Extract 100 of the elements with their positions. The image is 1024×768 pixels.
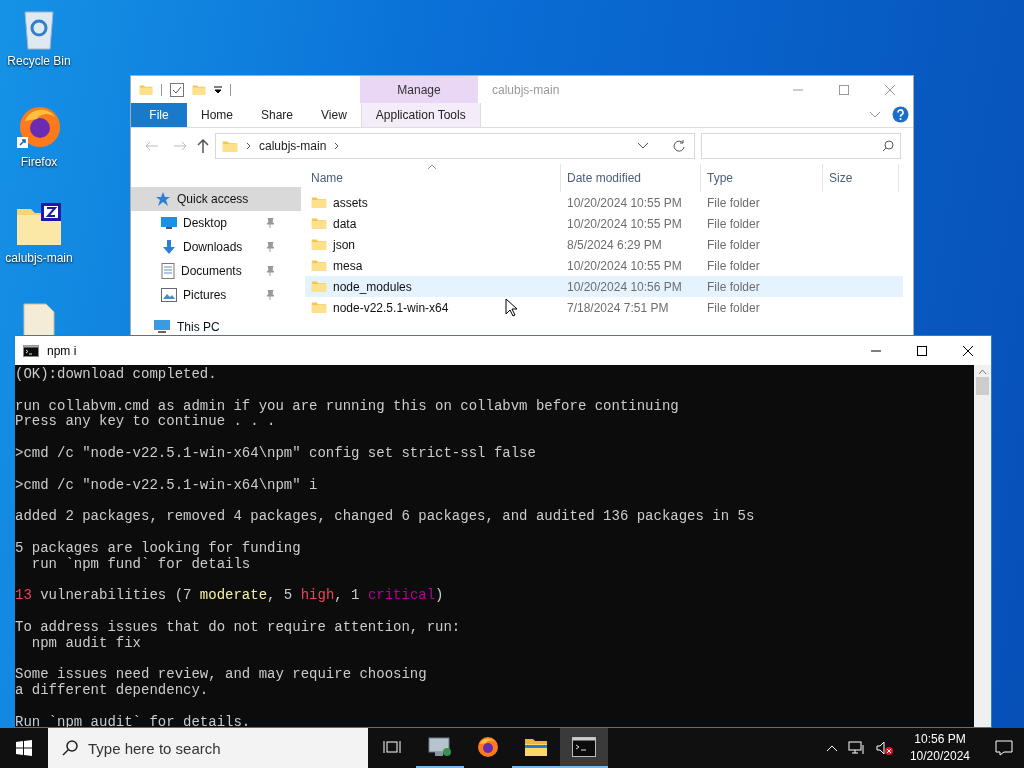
nav-item[interactable]: This PC	[131, 315, 301, 339]
console-line: a different dependency.	[15, 682, 210, 699]
zip-folder-icon	[15, 203, 63, 247]
type-cell-text: File folder	[706, 257, 761, 275]
sort-caret-icon	[427, 164, 437, 170]
file-name: node_modules	[333, 279, 412, 294]
folder-icon	[139, 83, 153, 96]
dropdown-icon[interactable]	[214, 85, 222, 94]
search-icon	[62, 740, 78, 756]
file-row[interactable]: data 10/20/2024 10:55 PM File folder	[305, 213, 903, 234]
type-cell-text: File folder	[706, 215, 761, 233]
chevron-right-icon	[246, 142, 251, 150]
folder-icon	[311, 196, 327, 209]
refresh-icon[interactable]	[672, 139, 686, 153]
console-line: run `npm fund` for details	[30, 556, 252, 573]
maximize-icon	[839, 84, 849, 95]
date-cell-text: 8/5/2024 6:29 PM	[566, 236, 663, 254]
picture-icon	[161, 288, 177, 302]
date-cell-text: 10/20/2024 10:55 PM	[566, 257, 683, 275]
type-cell-text: File folder	[706, 194, 761, 212]
folder-icon	[222, 139, 238, 153]
up-arrow-icon[interactable]	[197, 139, 209, 153]
file-row[interactable]: assets 10/20/2024 10:55 PM File folder	[305, 192, 903, 213]
terminal-icon	[572, 737, 596, 757]
file-name: mesa	[333, 258, 363, 273]
date-cell-text: 10/20/2024 10:55 PM	[566, 215, 683, 233]
context-tab-header: Manage	[360, 76, 478, 103]
scrollbar-thumb[interactable]	[976, 377, 989, 395]
file-name: node-v22.5.1-win-x64	[333, 300, 449, 315]
type-cell-text: File folder	[706, 236, 761, 254]
breadcrumb[interactable]: calubjs-main	[259, 139, 327, 153]
minimize-icon	[793, 88, 803, 91]
network-icon[interactable]	[847, 741, 866, 755]
ribbon-tab[interactable]: Application Tools	[360, 103, 481, 127]
console-line: >cmd /c "node-v22.5.1-win-x64\npm" i	[15, 477, 319, 494]
chevron-right-icon	[334, 142, 340, 150]
speech-bubble-icon	[995, 740, 1013, 756]
clock[interactable]: 10:56 PM 10/20/2024	[903, 730, 976, 766]
windows-logo-icon	[16, 740, 32, 756]
file-row[interactable]: node_modules 10/20/2024 10:56 PM File folder	[305, 276, 903, 297]
desktop-icon-label[interactable]: calubjs-main	[5, 251, 73, 265]
column-header[interactable]: Date modified	[561, 164, 701, 192]
search-field[interactable]	[701, 133, 901, 159]
console-line: added 2 packages, removed 4 packages, changed 6 packages, and audited 136 packages in 5s	[15, 509, 756, 525]
file-name: json	[333, 237, 355, 252]
ribbon-tab[interactable]: Share	[247, 103, 308, 127]
close-icon	[885, 84, 895, 95]
folder-icon	[192, 83, 206, 96]
nav-item[interactable]: Pictures	[131, 283, 301, 307]
speaker-muted-icon[interactable]	[875, 741, 894, 755]
file-name: data	[333, 216, 357, 231]
file-row[interactable]: json 8/5/2024 6:29 PM File folder	[305, 234, 903, 255]
maximize-icon	[917, 345, 927, 356]
taskbar-search-field[interactable]: Type here to search	[48, 728, 368, 768]
chevron-up-icon[interactable]	[825, 744, 838, 752]
desktop-icon-label[interactable]: Recycle Bin	[7, 54, 71, 68]
file-row[interactable]: mesa 10/20/2024 10:55 PM File folder	[305, 255, 903, 276]
folder-icon	[311, 280, 327, 293]
nav-item[interactable]: Quick access	[131, 187, 301, 211]
scrollbar[interactable]	[974, 365, 991, 727]
minimize-icon	[871, 349, 881, 352]
ribbon-tab[interactable]: View	[307, 103, 361, 127]
desktop-icon	[161, 216, 177, 230]
ribbon-tab[interactable]: File	[131, 103, 187, 127]
nav-item[interactable]: Downloads	[131, 235, 301, 259]
scroll-up-icon[interactable]	[978, 369, 987, 375]
window-title: npm i	[47, 343, 77, 358]
folder-icon	[311, 217, 327, 230]
console-line: Some issues need review, and may require choosing	[15, 667, 428, 683]
folder-icon	[311, 238, 327, 251]
console-line: run collabvm.cmd as admin if you are running this on collabvm before continuing	[15, 398, 680, 414]
search-icon	[882, 140, 894, 152]
firefox-icon	[476, 735, 500, 759]
desktop-icon-label[interactable]: Firefox	[20, 155, 58, 169]
column-header[interactable]: Name	[305, 164, 561, 192]
column-header[interactable]: Size	[823, 164, 899, 192]
ribbon-tab[interactable]: Home	[187, 103, 247, 127]
folder-icon	[524, 737, 548, 757]
console-line: To address issues that do not require attention, run:	[15, 619, 462, 636]
console-line: npm audit fix	[30, 635, 143, 652]
nav-item[interactable]: Desktop	[131, 211, 301, 235]
console-line: 5 packages are looking for funding	[15, 540, 302, 557]
nav-item[interactable]: Documents	[131, 259, 301, 283]
date-cell-text: 10/20/2024 10:55 PM	[566, 194, 683, 212]
type-cell-text: File folder	[706, 278, 761, 296]
document-icon	[161, 263, 175, 279]
mouse-pointer-icon	[505, 298, 517, 317]
terminal-icon	[23, 344, 39, 357]
chevron-down-icon[interactable]	[638, 143, 648, 149]
address-bar[interactable]: calubjs-main	[215, 133, 695, 159]
column-header[interactable]: Type	[701, 164, 823, 192]
type-cell-text: File folder	[706, 299, 761, 317]
console-line: >cmd /c "node-v22.5.1-win-x64\npm" config set strict-ssl false	[15, 446, 537, 462]
properties-icon[interactable]	[170, 82, 184, 97]
console-line: (OK):download completed.	[15, 367, 218, 383]
task-view-icon	[383, 740, 401, 754]
help-icon[interactable]	[892, 106, 909, 123]
computer-icon	[427, 736, 453, 758]
taskbar-app-button[interactable]	[560, 728, 608, 768]
close-icon	[963, 345, 973, 356]
